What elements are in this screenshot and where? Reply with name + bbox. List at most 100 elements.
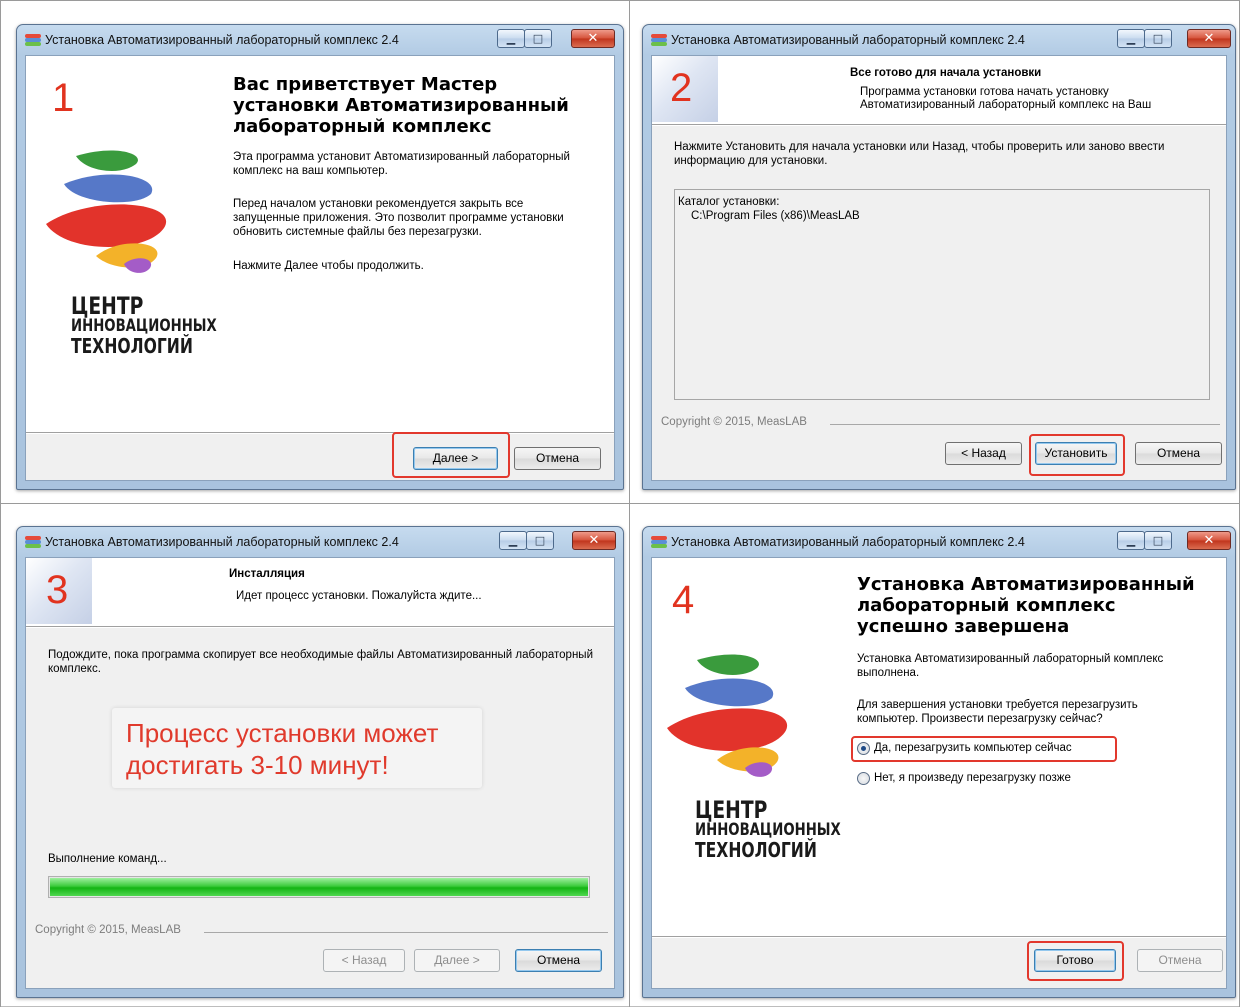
installer-window-step-1: Установка Автоматизированный лабораторны… [16, 24, 624, 490]
close-icon: ✕ [1203, 31, 1215, 46]
cancel-button[interactable]: Отмена [515, 949, 602, 972]
finish-panel: 4 ЦЕНТР ИННОВАЦИОННЫХ ТЕХНОЛОГИЙ Установ… [652, 558, 1226, 936]
wizard-client-area: 4 ЦЕНТР ИННОВАЦИОННЫХ ТЕХНОЛОГИЙ Установ… [651, 557, 1227, 989]
welcome-title-line-2: установки Автоматизированный [233, 95, 569, 116]
footer-divider [26, 432, 614, 434]
installing-description: Подождите, пока программа скопирует все … [48, 649, 593, 675]
minimize-icon: ▁ [1126, 534, 1136, 547]
header-panel: 3 Инсталляция Идет процесс установки. По… [26, 558, 614, 626]
title-bar[interactable]: Установка Автоматизированный лабораторны… [17, 25, 623, 55]
logo-line-3: ТЕХНОЛОГИЙ [695, 838, 817, 862]
ready-instructions: Нажмите Установить для начала установки … [674, 141, 1165, 167]
header-subtitle: Программа установки готова начать устано… [860, 86, 1152, 111]
welcome-title: Вас приветствует Мастер установки Автома… [233, 74, 569, 137]
install-highlight-box [1029, 434, 1125, 476]
logo-line-2: ИННОВАЦИОННЫХ [71, 316, 217, 336]
header-panel: 2 Все готово для начала установки Програ… [652, 56, 1226, 124]
minimize-button[interactable]: ▁ [499, 531, 527, 550]
status-text: Выполнение команд... [48, 853, 167, 865]
header-title: Инсталляция [229, 568, 305, 580]
grid-left-line [0, 0, 1, 1007]
finish-paragraph-1: Установка Автоматизированный лабораторны… [857, 653, 1164, 679]
grid-top-line [0, 0, 1240, 1]
welcome-paragraph-3: Нажмите Далее чтобы продолжить. [233, 260, 424, 272]
title-bar[interactable]: Установка Автоматизированный лабораторны… [17, 527, 623, 557]
step-number: 2 [670, 66, 693, 110]
welcome-panel: 1 ЦЕНТР ИННОВАЦИОННЫХ ТЕХНОЛОГИЙ Вас при… [26, 56, 614, 432]
logo-line-1: ЦЕНТР [71, 292, 144, 320]
logo-line-3: ТЕХНОЛОГИЙ [71, 334, 193, 358]
installer-app-icon [651, 34, 667, 46]
title-bar[interactable]: Установка Автоматизированный лабораторны… [643, 527, 1235, 557]
close-button[interactable]: ✕ [572, 531, 616, 550]
finish-title-line-3: успешно завершена [857, 616, 1070, 637]
install-summary-box[interactable]: Каталог установки: C:\Program Files (x86… [674, 189, 1210, 400]
minimize-button[interactable]: ▁ [1117, 531, 1145, 550]
installer-app-icon [651, 536, 667, 548]
finish-highlight-box [1027, 941, 1124, 981]
install-progress-bar [48, 876, 590, 898]
cancel-button[interactable]: Отмена [1135, 442, 1222, 465]
installer-app-icon [25, 536, 41, 548]
minimize-icon: ▁ [1126, 32, 1136, 45]
copyright-divider [830, 424, 1220, 425]
welcome-paragraph-2: Перед началом установки рекомендуется за… [233, 198, 564, 238]
maximize-icon: □ [1152, 32, 1164, 45]
maximize-button[interactable]: □ [526, 531, 554, 550]
close-icon: ✕ [1203, 533, 1215, 548]
cancel-button[interactable]: Отмена [514, 447, 601, 470]
next-highlight-box [392, 432, 510, 478]
finish-title-line-1: Установка Автоматизированный [857, 574, 1195, 595]
minimize-icon: ▁ [506, 32, 516, 45]
window-title: Установка Автоматизированный лабораторны… [45, 33, 399, 47]
copyright-text: Copyright © 2015, MeasLAB [661, 416, 807, 428]
installer-window-step-4: Установка Автоматизированный лабораторны… [642, 526, 1236, 998]
wizard-client-area: 2 Все готово для начала установки Програ… [651, 55, 1227, 481]
logo-emblem-icon [667, 654, 788, 777]
install-dir-label: Каталог установки: [678, 196, 780, 208]
close-icon: ✕ [587, 31, 599, 46]
step-number: 4 [672, 578, 695, 622]
welcome-paragraph-1: Эта программа установит Автоматизированн… [233, 151, 570, 177]
title-bar[interactable]: Установка Автоматизированный лабораторны… [643, 25, 1235, 55]
footer-divider [652, 936, 1226, 938]
maximize-icon: □ [534, 534, 546, 547]
copyright-text: Copyright © 2015, MeasLAB [35, 924, 181, 936]
reboot-later-label[interactable]: Нет, я произведу перезагрузку позже [874, 771, 1071, 785]
install-dir-value: C:\Program Files (x86)\MeasLAB [691, 210, 860, 222]
logo-emblem-icon [46, 150, 167, 273]
logo-line-2: ИННОВАЦИОННЫХ [695, 820, 841, 840]
maximize-button[interactable]: □ [524, 29, 552, 48]
installer-app-icon [25, 34, 41, 46]
finish-paragraph-2: Для завершения установки требуется перез… [857, 699, 1138, 725]
reboot-later-radio[interactable] [857, 772, 870, 785]
callout-line-2: достигать 3-10 минут! [126, 750, 389, 780]
window-title: Установка Автоматизированный лабораторны… [45, 535, 399, 549]
maximize-button[interactable]: □ [1144, 531, 1172, 550]
close-icon: ✕ [588, 533, 600, 548]
maximize-icon: □ [1152, 534, 1164, 547]
copyright-divider [204, 932, 608, 933]
close-button[interactable]: ✕ [1187, 531, 1231, 550]
back-button[interactable]: < Назад [945, 442, 1022, 465]
header-divider [26, 626, 614, 628]
logo-line-1: ЦЕНТР [695, 796, 768, 824]
finish-title-line-2: лабораторный комплекс [857, 595, 1116, 616]
maximize-button[interactable]: □ [1144, 29, 1172, 48]
cancel-button[interactable]: Отмена [1137, 949, 1223, 972]
window-title: Установка Автоматизированный лабораторны… [671, 535, 1025, 549]
welcome-title-line-3: лабораторный комплекс [233, 116, 492, 137]
minimize-icon: ▁ [508, 534, 518, 547]
header-title: Все готово для начала установки [850, 67, 1042, 79]
minimize-button[interactable]: ▁ [497, 29, 525, 48]
grid-middle-line [0, 503, 1240, 504]
header-divider [652, 124, 1226, 126]
close-button[interactable]: ✕ [571, 29, 615, 48]
close-button[interactable]: ✕ [1187, 29, 1231, 48]
reboot-option-highlight-box [851, 736, 1117, 762]
minimize-button[interactable]: ▁ [1117, 29, 1145, 48]
step-number: 1 [52, 76, 75, 120]
back-button[interactable]: < Назад [323, 949, 405, 972]
duration-callout: Процесс установки может достигать 3-10 м… [112, 708, 482, 788]
next-button[interactable]: Далее > [414, 949, 500, 972]
